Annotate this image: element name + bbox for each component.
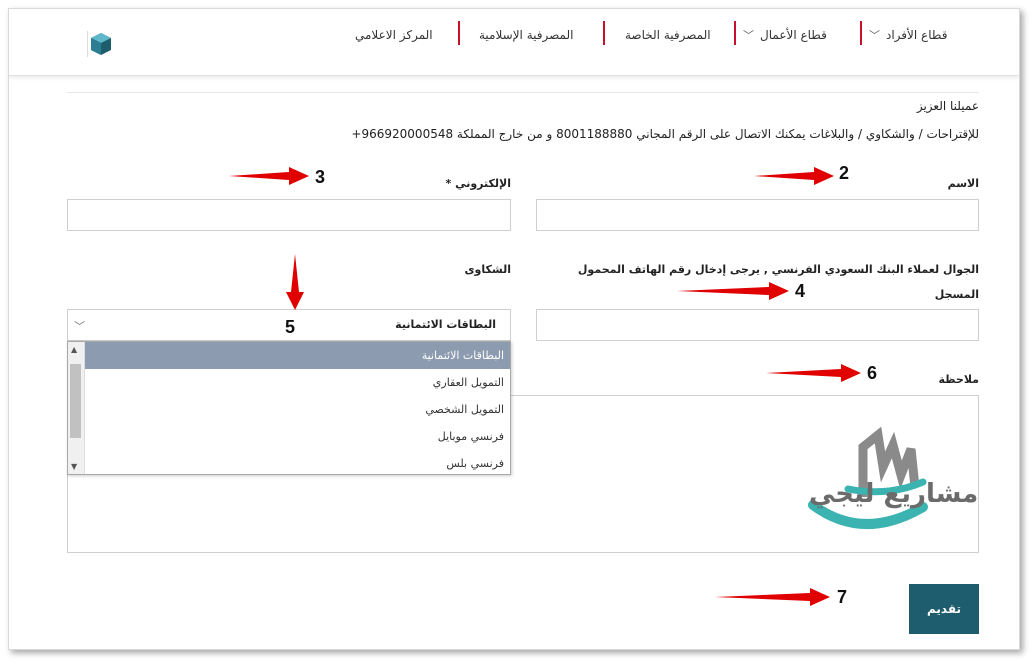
nav-item-islamic-banking[interactable]: المصرفية الإسلامية — [479, 24, 573, 46]
nav-item-label: المركز الاعلامي — [355, 28, 433, 42]
complaints-selected-value: البطاقات الائتمانية — [395, 318, 496, 331]
nav-separator — [734, 21, 736, 45]
greeting-text: عميلنا العزيز — [916, 99, 979, 113]
name-label: الاسم — [947, 177, 979, 190]
chevron-down-icon: ﹀ — [74, 320, 85, 333]
divider — [67, 92, 979, 93]
nav-item-label: المصرفية الإسلامية — [479, 28, 574, 42]
annotation-arrow-icon — [229, 167, 309, 185]
note-label: ملاحظة — [938, 373, 979, 386]
bank-logo-icon — [91, 33, 111, 55]
nav-item-media-center[interactable]: المركز الاعلامي — [355, 24, 433, 46]
watermark-text: مشاريع ليجي — [809, 479, 979, 509]
annotation-number: 6 — [867, 363, 878, 383]
nav-separator — [458, 21, 460, 45]
dropdown-option[interactable]: فرنسي بلس — [85, 450, 510, 477]
scrollbar-thumb[interactable] — [70, 364, 81, 438]
contact-info-text: للإقتراحات / والشكاوي / والبلاغات يمكنك … — [351, 127, 979, 141]
email-input[interactable] — [67, 199, 511, 231]
browser-page: قطاع الأفراد ﹀ قطاع الأعمال ﹀ المصرفية الخ… — [8, 8, 1020, 650]
mobile-label-registered: المسجل — [934, 288, 979, 301]
dropdown-option[interactable]: التمويل العقاري — [85, 369, 510, 396]
email-label: الإلكتروني * — [445, 177, 511, 190]
bank-logo[interactable] — [87, 31, 114, 57]
nav-item-label: قطاع الأعمال — [760, 28, 827, 42]
nav-item-individuals[interactable]: قطاع الأفراد ﹀ — [869, 24, 947, 46]
annotation-number: 3 — [315, 167, 326, 187]
dropdown-option[interactable]: فرنسي موبايل — [85, 423, 510, 450]
annotation-number: 7 — [837, 587, 848, 607]
submit-button[interactable]: تقديم — [909, 584, 979, 634]
dropdown-scrollbar[interactable]: ▲ ▼ — [68, 342, 85, 474]
annotation-arrow-icon — [766, 364, 861, 382]
nav-separator — [603, 21, 605, 45]
complaints-dropdown-list: ▲ ▼ البطاقات الائتمانية التمويل العقاري … — [67, 341, 511, 475]
chevron-down-icon: ﹀ — [743, 29, 754, 42]
mobile-input[interactable] — [536, 309, 979, 341]
nav-item-label: المصرفية الخاصة — [625, 28, 711, 42]
annotation-number: 4 — [795, 281, 806, 301]
annotation-number: 5 — [285, 317, 296, 337]
dropdown-option[interactable]: البطاقات الائتمانية — [85, 342, 510, 369]
annotation-arrow-icon — [286, 254, 304, 310]
scroll-up-icon[interactable]: ▲ — [71, 345, 77, 354]
top-navigation: قطاع الأفراد ﹀ قطاع الأعمال ﹀ المصرفية الخ… — [9, 9, 1019, 76]
name-input[interactable] — [536, 199, 979, 231]
scroll-down-icon[interactable]: ▼ — [71, 462, 77, 471]
annotation-arrow-icon — [754, 167, 834, 185]
mobile-label: الجوال لعملاء البنك السعودي الفرنسي , ير… — [577, 263, 979, 276]
nav-item-private-banking[interactable]: المصرفية الخاصة — [625, 24, 711, 46]
nav-item-business[interactable]: قطاع الأعمال ﹀ — [743, 24, 827, 46]
chevron-down-icon: ﹀ — [869, 29, 880, 42]
annotation-number: 2 — [839, 163, 850, 183]
nav-item-label: قطاع الأفراد — [886, 28, 948, 42]
nav-separator — [860, 21, 862, 45]
annotation-arrow-icon — [677, 282, 789, 300]
dropdown-option[interactable]: التمويل الشخصي — [85, 396, 510, 423]
annotation-arrow-icon — [715, 588, 830, 606]
complaints-label: الشكاوى — [464, 263, 511, 276]
